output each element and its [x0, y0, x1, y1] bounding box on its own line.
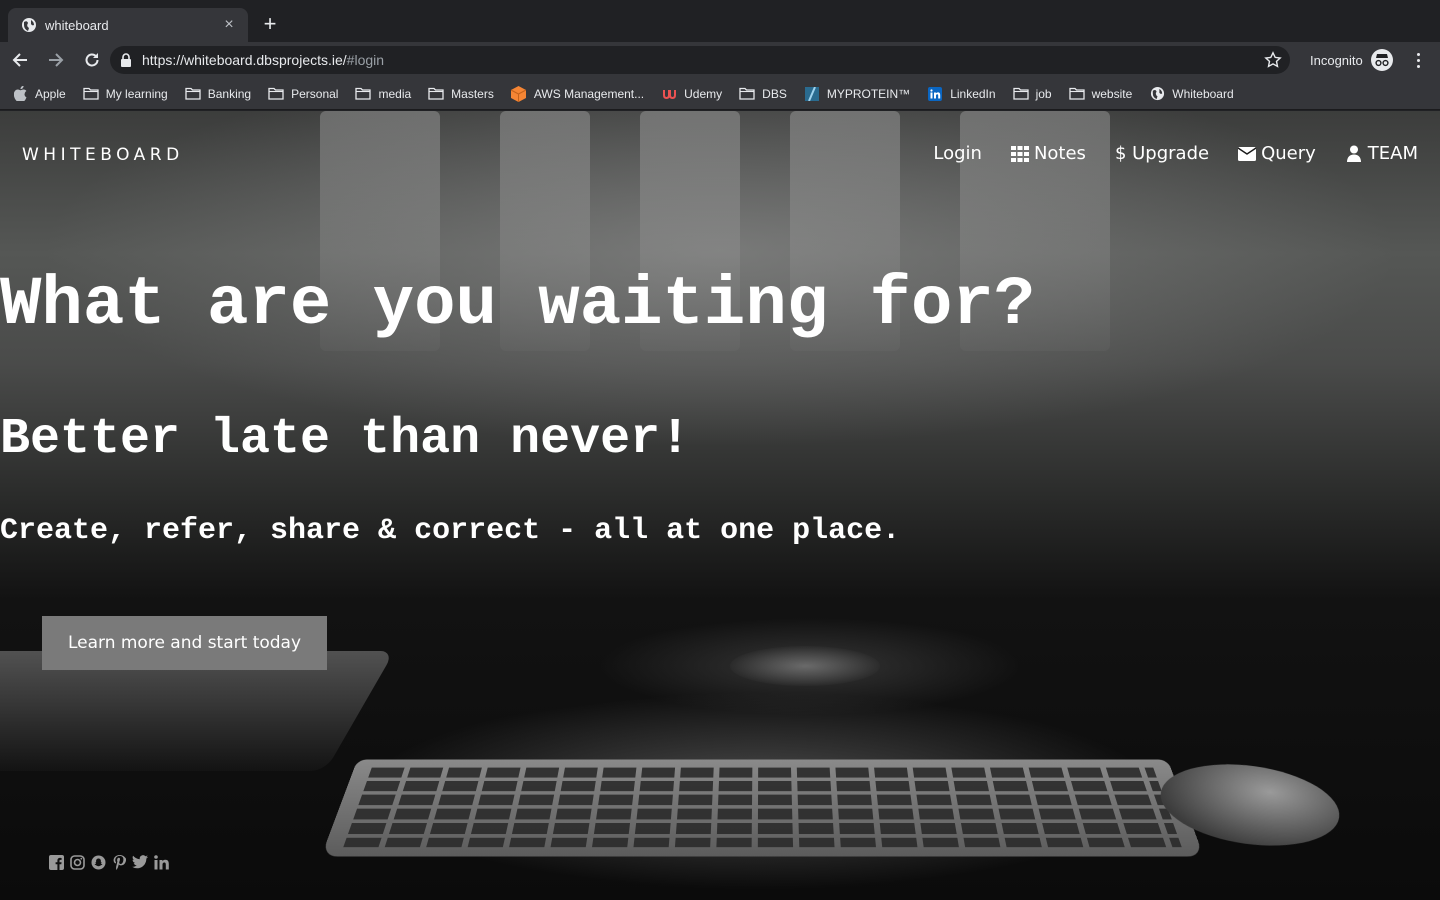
browser-menu-button[interactable] — [1408, 48, 1428, 72]
bookmark-item[interactable]: Masters — [428, 87, 494, 101]
myprotein-icon — [804, 86, 820, 101]
nav-upgrade-label: $ Upgrade — [1114, 143, 1210, 164]
keyboard-shape — [321, 759, 1204, 857]
arrow-right-icon — [49, 53, 64, 67]
envelope-icon — [1238, 145, 1257, 163]
tab-title: whiteboard — [45, 17, 109, 33]
forward-button[interactable] — [40, 44, 72, 76]
hero-headline: What are you waiting for? — [0, 266, 1036, 344]
linkedin-icon — [927, 86, 943, 101]
folder-icon — [739, 87, 755, 101]
bookmark-star-icon[interactable] — [1264, 51, 1282, 69]
bookmark-item[interactable]: MYPROTEIN™ — [804, 86, 911, 101]
facebook-icon[interactable] — [48, 854, 64, 870]
aws-icon — [511, 85, 527, 102]
grid-icon — [1010, 145, 1029, 163]
folder-icon — [355, 87, 372, 101]
folder-icon — [185, 87, 201, 101]
browser-tabstrip: whiteboard × + — [0, 0, 1440, 42]
bookmark-label: MYPROTEIN™ — [826, 86, 911, 101]
user-icon — [1345, 145, 1363, 163]
bookmark-item[interactable]: AWS Management... — [511, 85, 645, 102]
bookmark-item[interactable]: Apple — [12, 86, 66, 101]
bookmark-item[interactable]: Udemy — [661, 87, 722, 101]
browser-toolbar: https://whiteboard.dbsprojects.ie/#login… — [0, 42, 1440, 78]
bookmark-item[interactable]: Personal — [268, 87, 338, 101]
nav-query-label: Query — [1261, 143, 1316, 164]
nav-upgrade[interactable]: $ Upgrade — [1115, 143, 1209, 164]
bookmark-item[interactable]: My learning — [83, 87, 168, 101]
bookmark-label: website — [1091, 86, 1133, 101]
address-bar[interactable]: https://whiteboard.dbsprojects.ie/#login — [110, 46, 1290, 74]
browser-tab[interactable]: whiteboard × — [8, 8, 248, 42]
incognito-icon — [1370, 49, 1393, 71]
bookmark-item[interactable]: website — [1068, 86, 1133, 101]
reload-icon — [85, 53, 99, 67]
url-path: #login — [346, 52, 385, 68]
bookmark-label: AWS Management... — [533, 86, 645, 101]
bookmark-label: job — [1035, 86, 1052, 101]
bookmark-label: Personal — [291, 86, 339, 101]
cta-button[interactable]: Learn more and start today — [42, 616, 327, 670]
bookmark-label: Banking — [207, 86, 252, 101]
globe-icon — [1149, 86, 1165, 101]
site-nav: Login Notes $ Upgrade Query TEAM — [904, 143, 1418, 164]
bookmark-item[interactable]: DBS — [739, 87, 787, 101]
bookmark-item[interactable]: Banking — [185, 87, 251, 101]
bookmark-label: Udemy — [684, 86, 723, 101]
folder-icon — [1068, 87, 1085, 101]
nav-notes[interactable]: Notes — [1010, 143, 1086, 164]
bookmark-label: Apple — [35, 86, 66, 101]
instagram-icon[interactable] — [69, 854, 85, 870]
incognito-label: Incognito — [1310, 52, 1363, 68]
bookmark-item[interactable]: media — [355, 87, 411, 101]
nav-query[interactable]: Query — [1238, 143, 1316, 164]
nav-login[interactable]: Login — [933, 143, 982, 164]
new-tab-button[interactable]: + — [258, 12, 282, 36]
bookmarks-bar: Apple My learning Banking Personal media Mast… — [0, 78, 1440, 110]
hero-section: WHITEBOARD Login Notes $ Upgrade Query T… — [0, 111, 1440, 900]
bookmark-label: My learning — [105, 86, 168, 101]
bookmark-label: Masters — [451, 86, 494, 101]
cup-shape — [730, 646, 880, 686]
incognito-indicator[interactable]: Incognito — [1310, 42, 1393, 78]
tab-close-button[interactable]: × — [220, 16, 238, 34]
site-brand[interactable]: WHITEBOARD — [22, 145, 184, 165]
bookmark-label: LinkedIn — [950, 86, 996, 101]
url-host: https://whiteboard.dbsprojects.ie/ — [142, 52, 347, 68]
folder-icon — [83, 87, 99, 101]
back-button[interactable] — [4, 44, 36, 76]
bookmark-label: media — [378, 86, 412, 101]
nav-notes-label: Notes — [1033, 143, 1086, 164]
nav-team[interactable]: TEAM — [1345, 143, 1418, 164]
nav-team-label: TEAM — [1367, 143, 1418, 164]
globe-icon — [22, 18, 36, 32]
reload-button[interactable] — [76, 44, 108, 76]
udemy-icon — [661, 87, 677, 101]
bookmark-label: Whiteboard — [1172, 86, 1234, 101]
nav-login-label: Login — [933, 143, 982, 164]
folder-icon — [1012, 87, 1029, 101]
pinterest-icon[interactable] — [111, 854, 127, 870]
snapchat-icon[interactable] — [90, 854, 106, 870]
apple-icon — [12, 86, 28, 101]
bookmark-item[interactable]: Whiteboard — [1149, 86, 1234, 101]
folder-icon — [428, 87, 444, 101]
hero-tagline: Create, refer, share & correct - all at … — [0, 514, 901, 548]
bookmark-item[interactable]: LinkedIn — [927, 86, 996, 101]
hero-subheadline: Better late than never! — [0, 411, 691, 468]
folder-icon — [268, 87, 284, 101]
twitter-icon[interactable] — [132, 854, 148, 870]
lock-icon — [121, 53, 131, 67]
social-links — [48, 854, 174, 870]
bookmark-label: DBS — [762, 86, 787, 101]
linkedin-icon[interactable] — [153, 854, 169, 870]
arrow-left-icon — [12, 53, 27, 67]
bookmark-item[interactable]: job — [1012, 86, 1052, 101]
